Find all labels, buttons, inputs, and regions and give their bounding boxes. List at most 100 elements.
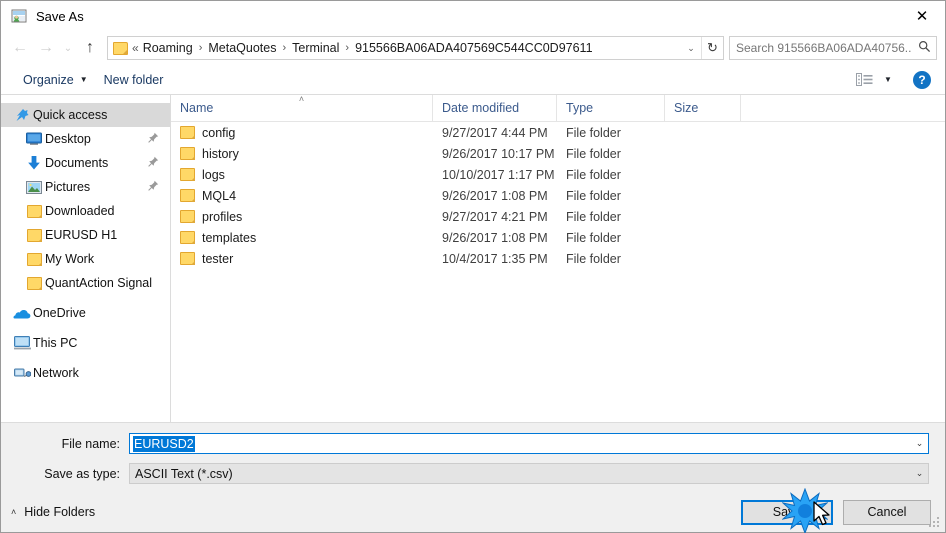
breadcrumb-item-terminal[interactable]: Terminal (290, 41, 341, 55)
sidebar-item-label: Desktop (45, 132, 91, 146)
breadcrumb-overflow-icon[interactable]: « (132, 41, 141, 55)
save-as-dialog: Save As ✕ ← → ⌄ ↑ « Roaming › MetaQuotes… (0, 0, 946, 533)
sidebar-item-desktop[interactable]: Desktop (1, 127, 170, 151)
column-header-size[interactable]: Size (665, 94, 741, 122)
table-row[interactable]: MQL4 9/26/2017 1:08 PM File folder (171, 185, 945, 206)
new-folder-button[interactable]: New folder (96, 70, 172, 90)
file-date-cell: 9/26/2017 10:17 PM (442, 146, 555, 161)
file-type-cell: File folder (566, 209, 621, 224)
breadcrumb-item-roaming[interactable]: Roaming (141, 41, 195, 55)
recent-locations-button[interactable]: ⌄ (59, 35, 77, 61)
chevron-down-icon[interactable]: ⌄ (911, 468, 928, 479)
pin-icon[interactable] (148, 180, 159, 194)
refresh-icon[interactable]: ↻ (701, 37, 723, 59)
search-box[interactable]: Search 915566BA06ADA40756... (729, 36, 937, 60)
pin-icon[interactable] (148, 132, 159, 146)
sidebar-item-my-work[interactable]: My Work (1, 247, 170, 271)
file-type-cell: File folder (566, 251, 621, 266)
table-row[interactable]: history 9/26/2017 10:17 PM File folder (171, 143, 945, 164)
folder-icon (180, 126, 195, 139)
navigation-bar: ← → ⌄ ↑ « Roaming › MetaQuotes › Termina… (1, 31, 945, 65)
help-button[interactable]: ? (913, 70, 931, 89)
forward-button[interactable]: → (33, 35, 59, 61)
folder-icon (180, 231, 195, 244)
folder-icon (180, 168, 195, 181)
folder-icon (23, 204, 45, 218)
sidebar-item-eurusd-h1[interactable]: EURUSD H1 (1, 223, 170, 247)
pin-icon[interactable] (148, 156, 159, 170)
desktop-icon (23, 132, 45, 146)
chevron-down-icon[interactable]: ▼ (879, 75, 897, 84)
sidebar-item-label: Documents (45, 156, 109, 170)
save-as-type-label: Save as type: (44, 466, 120, 481)
sidebar-item-documents[interactable]: Documents (1, 151, 170, 175)
close-button[interactable]: ✕ (899, 1, 945, 31)
chevron-up-icon: ˄ (11, 507, 17, 517)
address-bar[interactable]: « Roaming › MetaQuotes › Terminal › 9155… (107, 36, 724, 60)
folder-icon (23, 276, 45, 290)
column-header-date-modified[interactable]: Date modified (433, 94, 557, 122)
sidebar-item-this-pc[interactable]: This PC (1, 331, 170, 355)
sidebar-item-onedrive[interactable]: OneDrive (1, 301, 170, 325)
table-row[interactable]: templates 9/26/2017 1:08 PM File folder (171, 227, 945, 248)
column-header-name[interactable]: ˄ Name (171, 93, 433, 122)
table-row[interactable]: logs 10/10/2017 1:17 PM File folder (171, 164, 945, 185)
file-name-text: MQL4 (202, 188, 237, 203)
file-name-cell: logs (171, 168, 433, 182)
file-date-cell: 9/27/2017 4:21 PM (442, 209, 548, 224)
hide-folders-button[interactable]: ˄ Hide Folders (11, 505, 95, 519)
file-date-cell: 9/26/2017 1:08 PM (442, 230, 548, 245)
sidebar-item-network[interactable]: Network (1, 361, 170, 385)
file-date-cell: 9/26/2017 1:08 PM (442, 188, 548, 203)
file-name-text: config (202, 125, 236, 140)
sidebar-item-quantaction-signal[interactable]: QuantAction Signal (1, 271, 170, 295)
chevron-down-icon[interactable]: ⌄ (911, 438, 928, 449)
file-type-cell: File folder (566, 230, 621, 245)
table-row[interactable]: config 9/27/2017 4:44 PM File folder (171, 122, 945, 143)
onedrive-cloud-icon (11, 307, 33, 320)
save-as-type-select[interactable]: ASCII Text (*.csv) ⌄ (129, 463, 929, 484)
column-header-type[interactable]: Type (557, 94, 665, 122)
up-button[interactable]: ↑ (77, 35, 103, 61)
search-icon (912, 40, 936, 56)
folder-icon (180, 189, 195, 202)
file-name-cell: MQL4 (171, 189, 433, 203)
sidebar-item-label: Downloaded (45, 204, 115, 218)
sidebar-item-label: QuantAction Signal (45, 276, 153, 290)
sidebar-item-downloaded[interactable]: Downloaded (1, 199, 170, 223)
file-type-cell: File folder (566, 125, 621, 140)
toolbar-right-group: ▼ ? (851, 70, 939, 89)
cancel-button[interactable]: Cancel (843, 499, 931, 525)
sort-ascending-icon: ˄ (298, 93, 305, 104)
breadcrumb-item-metaquotes[interactable]: MetaQuotes (206, 41, 278, 55)
file-name-input[interactable]: EURUSD2 ⌄ (129, 433, 929, 454)
organize-button[interactable]: Organize ▼ (15, 70, 96, 90)
file-list-header: ˄ Name Date modified Type Size (171, 93, 945, 122)
save-button[interactable]: Save (741, 499, 833, 525)
this-pc-icon (11, 336, 33, 350)
back-button[interactable]: ← (7, 35, 33, 61)
list-view-icon[interactable] (851, 73, 877, 86)
sidebar-item-pictures[interactable]: Pictures (1, 175, 170, 199)
sidebar-item-label: Pictures (45, 180, 91, 194)
table-row[interactable]: profiles 9/27/2017 4:21 PM File folder (171, 206, 945, 227)
file-name-cell: profiles (171, 210, 433, 224)
breadcrumb-separator: › (198, 42, 203, 54)
table-row[interactable]: tester 10/4/2017 1:35 PM File folder (171, 248, 945, 269)
resize-grip[interactable] (929, 517, 941, 529)
breadcrumb-item-terminal-id[interactable]: 915566BA06ADA407569C544CC0D97611 (353, 41, 594, 55)
navigation-sidebar: Quick access Desktop Documents Pictures Down… (1, 95, 171, 422)
file-date-cell: 10/10/2017 1:17 PM (442, 167, 555, 182)
save-form: File name: EURUSD2 ⌄ Save as type: ASCII… (1, 423, 945, 492)
sidebar-item-label: This PC (33, 336, 78, 350)
sidebar-item-quick-access[interactable]: Quick access (1, 103, 170, 127)
dialog-body: Quick access Desktop Documents Pictures Down… (1, 93, 945, 423)
file-type-cell: File folder (566, 146, 621, 161)
command-toolbar: Organize ▼ New folder ▼ ? (1, 65, 945, 95)
save-as-icon (10, 7, 28, 25)
chevron-down-icon[interactable]: ⌄ (681, 37, 701, 59)
folder-icon (113, 41, 128, 55)
folder-icon (180, 210, 195, 223)
column-header-type-label: Type (566, 101, 594, 115)
search-input[interactable]: Search 915566BA06ADA40756... (730, 41, 912, 55)
